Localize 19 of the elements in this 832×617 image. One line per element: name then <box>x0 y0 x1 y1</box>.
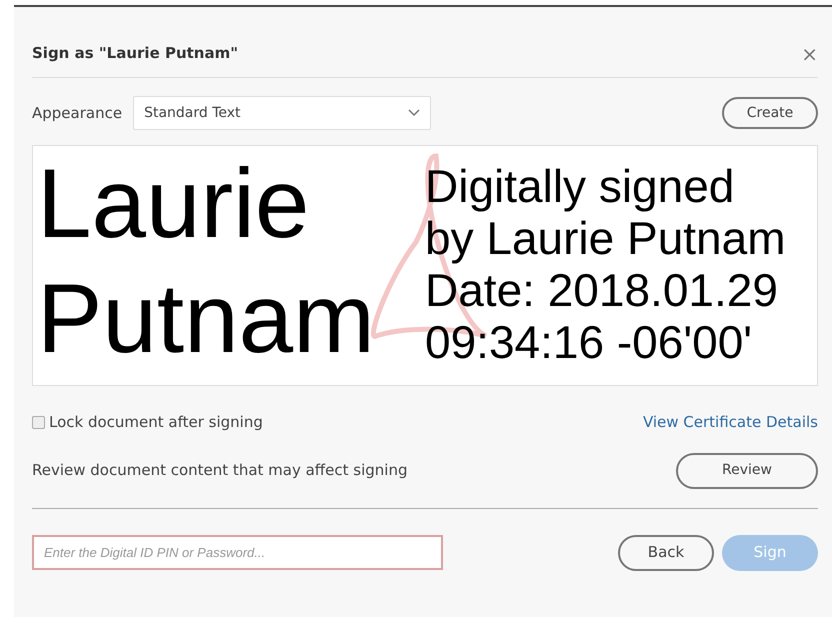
dialog-title: Sign as "Laurie Putnam" <box>32 43 238 64</box>
signature-detail: by Laurie Putnam <box>425 212 786 264</box>
close-button[interactable]: × <box>801 44 818 64</box>
signature-name: Putnam <box>37 262 375 375</box>
pin-input-field[interactable]: Enter the Digital ID PIN or Password... <box>32 535 443 570</box>
create-button[interactable]: Create <box>722 97 818 129</box>
lock-checkbox[interactable] <box>32 416 45 429</box>
signature-detail: Date: 2018.01.29 <box>425 264 778 316</box>
signature-detail: Digitally signed <box>425 160 734 212</box>
chevron-down-icon <box>408 109 420 117</box>
appearance-dropdown[interactable]: Standard Text <box>133 96 432 130</box>
review-description: Review document content that may affect signing <box>32 460 408 482</box>
review-button[interactable]: Review <box>676 452 818 488</box>
appearance-label: Appearance <box>32 102 122 124</box>
lock-label: Lock document after signing <box>49 412 263 433</box>
certificate-link[interactable]: View Certificate Details <box>642 411 818 434</box>
back-button[interactable]: Back <box>618 534 714 570</box>
signature-name: Laurie <box>37 147 310 260</box>
signature-detail: 09:34:16 -06'00' <box>425 316 752 368</box>
